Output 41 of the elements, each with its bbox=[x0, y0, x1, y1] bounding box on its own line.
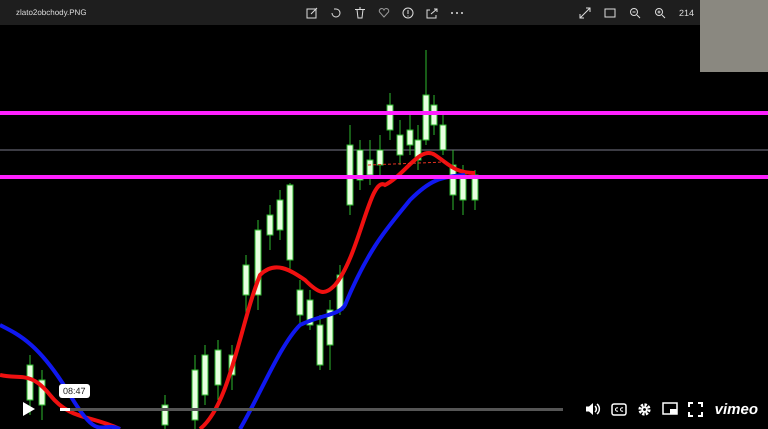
candlestick bbox=[460, 164, 466, 216]
candlestick bbox=[276, 190, 284, 240]
candlestick bbox=[472, 170, 478, 210]
play-icon[interactable] bbox=[22, 401, 36, 417]
share-icon[interactable] bbox=[426, 6, 438, 18]
fit-icon[interactable] bbox=[604, 6, 616, 18]
candlestick bbox=[202, 344, 208, 406]
captions-icon[interactable] bbox=[610, 402, 627, 416]
candlestick bbox=[376, 134, 384, 176]
settings-icon[interactable] bbox=[636, 402, 652, 416]
candlestick bbox=[396, 120, 404, 166]
candlestick bbox=[366, 140, 374, 186]
expand-icon[interactable] bbox=[578, 6, 591, 18]
candlestick bbox=[316, 314, 324, 370]
zoom-level: 214 bbox=[678, 8, 694, 18]
candlestick bbox=[336, 264, 344, 316]
webcam-video-placeholder bbox=[700, 0, 768, 72]
candlestick bbox=[450, 150, 456, 210]
progress-bar[interactable] bbox=[60, 408, 563, 410]
file-name: zlato2obchody.PNG bbox=[16, 8, 88, 17]
candlestick bbox=[356, 140, 364, 190]
candlestick bbox=[326, 300, 334, 370]
vimeo-logo[interactable]: vimeo bbox=[714, 400, 758, 418]
zoom-in-icon[interactable] bbox=[654, 6, 666, 18]
volume-icon[interactable] bbox=[584, 402, 601, 416]
fullscreen-icon[interactable] bbox=[688, 402, 703, 416]
candlestick bbox=[214, 340, 222, 400]
candlestick bbox=[296, 280, 304, 326]
time-tooltip: 08:47 bbox=[59, 384, 90, 398]
zoom-out-icon[interactable] bbox=[628, 6, 641, 18]
info-icon[interactable] bbox=[402, 6, 414, 18]
picture-in-picture-icon[interactable] bbox=[662, 402, 678, 416]
candlestick bbox=[440, 114, 446, 156]
delete-icon[interactable] bbox=[354, 6, 366, 18]
candlestick bbox=[306, 290, 314, 330]
edit-icon[interactable] bbox=[306, 6, 318, 18]
heart-icon[interactable] bbox=[378, 6, 390, 18]
candlestick bbox=[38, 370, 46, 420]
candlestick bbox=[266, 204, 274, 250]
candlestick bbox=[386, 92, 394, 140]
rotate-icon[interactable] bbox=[330, 6, 342, 18]
